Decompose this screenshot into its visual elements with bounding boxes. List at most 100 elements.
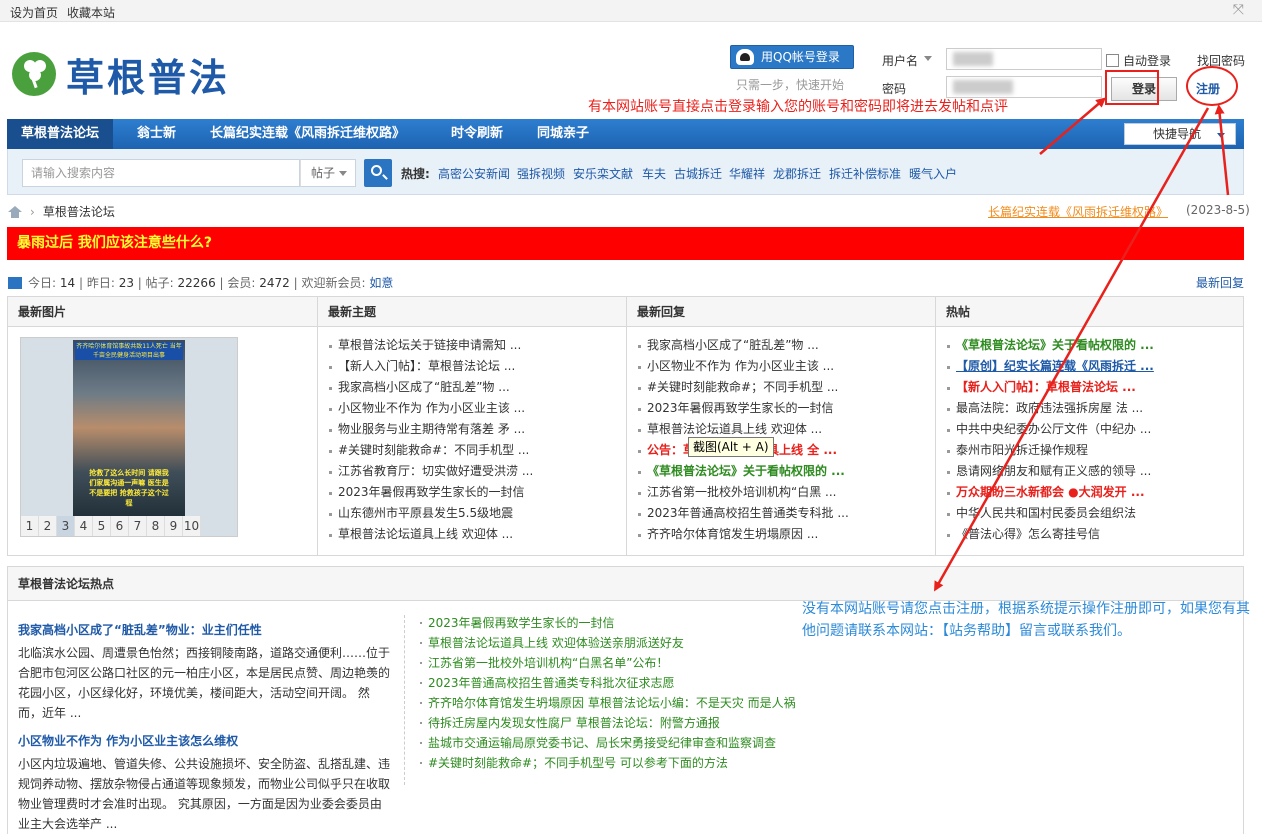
- list-item[interactable]: 万众期盼三水新都会 ●大润发开 ...: [946, 482, 1243, 503]
- list-item[interactable]: 2023年暑假再致学生家长的一封信: [637, 398, 935, 419]
- list-item[interactable]: 江苏省教育厅：切实做好遭受洪涝 ...: [328, 461, 626, 482]
- list-item[interactable]: 中共中央纪委办公厅文件（中纪办 ...: [946, 419, 1243, 440]
- latest-reply-link[interactable]: 最新回复: [1196, 274, 1244, 291]
- list-item[interactable]: 物业服务与业主期待常有落差 矛 ...: [328, 419, 626, 440]
- list-item[interactable]: 我家高档小区成了“脏乱差”物 ...: [328, 377, 626, 398]
- list-item[interactable]: 草根普法论坛道具上线 欢迎体验送亲朋派送好友: [418, 633, 796, 653]
- breadcrumb-current[interactable]: 草根普法论坛: [43, 203, 115, 220]
- qq-login-button[interactable]: 用QQ帐号登录: [730, 45, 854, 69]
- hotspot-head: 草根普法论坛热点: [8, 567, 1243, 601]
- list-item[interactable]: #关键时刻能救命#：不同手机型 ...: [328, 440, 626, 461]
- auto-login-checkbox[interactable]: 自动登录: [1106, 52, 1171, 69]
- username-input[interactable]: [946, 48, 1102, 70]
- list-item[interactable]: 《草根普法论坛》关于看帖权限的 ...: [637, 461, 935, 482]
- hot-keyword[interactable]: 龙郡拆迁: [773, 165, 821, 182]
- list-item[interactable]: 山东德州市平原县发生5.5级地震: [328, 503, 626, 524]
- nav-item-forum[interactable]: 草根普法论坛: [7, 119, 114, 149]
- list-item[interactable]: 小区物业不作为 作为小区业主该 ...: [328, 398, 626, 419]
- list-item[interactable]: 江苏省第一批校外培训机构“白黑 ...: [637, 482, 935, 503]
- list-item[interactable]: 2023年暑假再致学生家长的一封信: [418, 613, 796, 633]
- pager-page[interactable]: 8: [147, 516, 165, 536]
- hot-keyword[interactable]: 拆迁补偿标准: [829, 165, 901, 182]
- list-item[interactable]: 【新人入门帖】：草根普法论坛 ...: [328, 356, 626, 377]
- list-item[interactable]: 盐城市交通运输局原党委书记、局长宋勇接受纪律审查和监察调查: [418, 733, 796, 753]
- pager-page[interactable]: 2: [39, 516, 57, 536]
- pager-page-current[interactable]: 3: [57, 516, 75, 536]
- members-count: 2472: [259, 275, 290, 290]
- search-type-select[interactable]: 帖子: [300, 159, 356, 187]
- pager-page[interactable]: 7: [129, 516, 147, 536]
- hot-keyword[interactable]: 华耀祥: [729, 165, 765, 182]
- list-item[interactable]: 2023年暑假再致学生家长的一封信: [328, 482, 626, 503]
- photo-slideshow[interactable]: 齐齐哈尔体育馆事故共致11人死亡 当年千亩全民健身活动项目出事 抢救了这么长时间…: [20, 337, 238, 537]
- list-item[interactable]: 齐齐哈尔体育馆发生坍塌原因 草根普法论坛小编：不是天灾 而是人祸: [418, 693, 796, 713]
- site-logo[interactable]: 草根普法: [12, 50, 230, 100]
- chevron-down-icon: [339, 171, 347, 176]
- list-item[interactable]: 中华人民共和国村民委员会组织法: [946, 503, 1243, 524]
- today-count: 14: [59, 275, 76, 290]
- list-item[interactable]: 草根普法论坛关于链接申请需知 ...: [328, 335, 626, 356]
- hot-search-label: 热搜:: [401, 167, 430, 181]
- hot-posts-panel: 热帖 《草根普法论坛》关于看帖权限的 ... 【原创】纪实长篇连载《风雨拆迁 .…: [936, 297, 1243, 555]
- new-member-link[interactable]: 如意: [369, 274, 393, 291]
- list-item[interactable]: 最高法院：政府违法强拆房屋 法 ...: [946, 398, 1243, 419]
- list-item[interactable]: 小区物业不作为 作为小区业主该 ...: [637, 356, 935, 377]
- hotspot-article-body: 北临滨水公园、周遭景色怡然；西接铜陵南路，道路交通便利……位于合肥市包河区公路口…: [18, 646, 391, 720]
- hotspot-article-title[interactable]: 小区物业不作为 作为小区业主该怎么维权: [18, 732, 238, 749]
- slideshow-image[interactable]: 齐齐哈尔体育馆事故共致11人死亡 当年千亩全民健身活动项目出事 抢救了这么长时间…: [73, 340, 185, 516]
- alert-banner[interactable]: 暴雨过后 我们应该注意些什么?: [7, 227, 1244, 260]
- search-input[interactable]: 请输入搜索内容: [22, 159, 300, 187]
- list-item[interactable]: 《草根普法论坛》关于看帖权限的 ...: [946, 335, 1243, 356]
- hot-keyword[interactable]: 车夫: [642, 165, 666, 182]
- bookmark-link[interactable]: 收藏本站: [67, 4, 115, 21]
- nav-item-weng[interactable]: 翁士新: [137, 119, 176, 149]
- pager-page[interactable]: 9: [165, 516, 183, 536]
- nav-item-local[interactable]: 同城亲子: [537, 119, 589, 149]
- quick-nav-dropdown[interactable]: 快捷导航: [1124, 123, 1236, 145]
- pager-page[interactable]: 5: [93, 516, 111, 536]
- list-item[interactable]: 草根普法论坛道具上线 欢迎体 ...: [637, 419, 935, 440]
- pager-page[interactable]: 6: [111, 516, 129, 536]
- list-item[interactable]: 齐齐哈尔体育馆发生坍塌原因 ...: [637, 524, 935, 545]
- yesterday-count: 23: [118, 275, 134, 290]
- search-button[interactable]: [364, 159, 392, 187]
- list-item[interactable]: #关键时刻能救命#；不同手机型 ...: [637, 377, 935, 398]
- hot-keyword[interactable]: 古城拆迁: [674, 165, 722, 182]
- list-item[interactable]: 江苏省第一批校外培训机构“白黑名单”公布！: [418, 653, 796, 673]
- top-bar: 设为首页 收藏本站 ⤧: [0, 0, 1262, 22]
- latest-images-panel: 最新图片 齐齐哈尔体育馆事故共致11人死亡 当年千亩全民健身活动项目出事 抢救了…: [8, 297, 318, 555]
- list-item[interactable]: #关键时刻能救命#；不同手机型号 可以参考下面的方法: [418, 753, 796, 773]
- list-item[interactable]: 2023年普通高校招生普通类专科批次征求志愿: [418, 673, 796, 693]
- latest-topics-panel: 最新主题 草根普法论坛关于链接申请需知 ... 【新人入门帖】：草根普法论坛 .…: [318, 297, 627, 555]
- list-item[interactable]: 公告：草根普法论坛道具上线 全 ...: [637, 440, 935, 461]
- hot-keyword[interactable]: 安乐栾文献: [573, 165, 633, 182]
- hotspot-article-title[interactable]: 我家高档小区成了“脏乱差”物业：业主们任性: [18, 621, 262, 638]
- checkbox-icon[interactable]: [1106, 54, 1119, 67]
- pager-page[interactable]: 4: [75, 516, 93, 536]
- home-icon[interactable]: [8, 205, 22, 218]
- collapse-icon[interactable]: ⤧: [1233, 2, 1244, 18]
- nav-item-refresh[interactable]: 时令刷新: [451, 119, 503, 149]
- pager-page[interactable]: 10: [183, 516, 201, 536]
- hotspot-list: 2023年暑假再致学生家长的一封信 草根普法论坛道具上线 欢迎体验送亲朋派送好友…: [418, 613, 796, 773]
- promo-link[interactable]: 长篇纪实连载《风雨拆迁维权路》: [988, 203, 1168, 220]
- set-home-link[interactable]: 设为首页: [10, 4, 58, 21]
- list-item[interactable]: 《普法心得》怎么寄挂号信: [946, 524, 1243, 545]
- list-item[interactable]: 泰州市阳光拆迁操作规程: [946, 440, 1243, 461]
- hot-keyword[interactable]: 暖气入户: [909, 165, 957, 182]
- stats-chart-icon: [8, 276, 22, 289]
- list-item[interactable]: 【原创】纪实长篇连载《风雨拆迁 ...: [946, 356, 1243, 377]
- list-item[interactable]: 【新人入门帖】：草根普法论坛 ...: [946, 377, 1243, 398]
- list-item[interactable]: 待拆迁房屋内发现女性腐尸 草根普法论坛：附警方通报: [418, 713, 796, 733]
- list-item[interactable]: 2023年普通高校招生普通类专科批 ...: [637, 503, 935, 524]
- nav-item-serial[interactable]: 长篇纪实连载《风雨拆迁维权路》: [210, 119, 405, 149]
- list-item[interactable]: 恳请网络朋友和赋有正义感的领导 ...: [946, 461, 1243, 482]
- list-item[interactable]: 我家高档小区成了“脏乱差”物 ...: [637, 335, 935, 356]
- hot-keyword[interactable]: 强拆视频: [517, 165, 565, 182]
- pager-page[interactable]: 1: [21, 516, 39, 536]
- hot-keyword[interactable]: 高密公安新闻: [438, 165, 510, 182]
- latest-images-head: 最新图片: [8, 297, 317, 327]
- list-item[interactable]: 草根普法论坛道具上线 欢迎体 ...: [328, 524, 626, 545]
- password-input[interactable]: [946, 76, 1102, 98]
- username-type-chevron-icon[interactable]: [924, 56, 932, 61]
